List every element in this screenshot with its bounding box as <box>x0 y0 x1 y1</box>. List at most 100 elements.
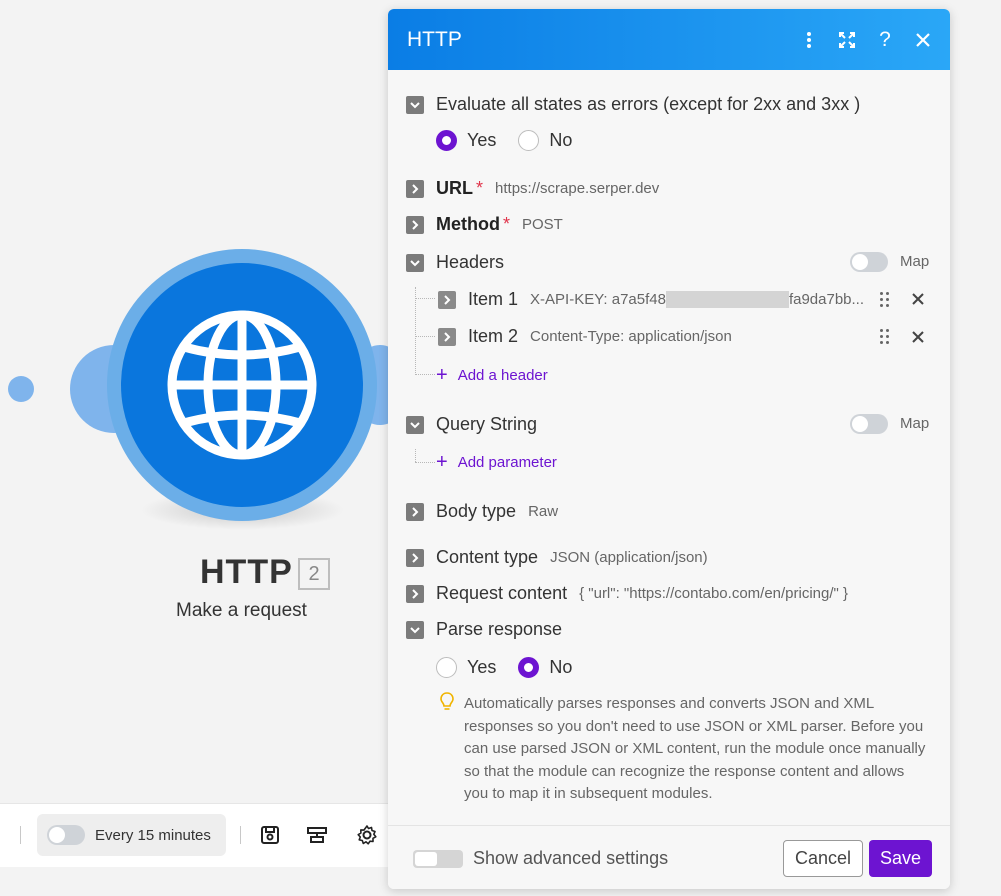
panel-footer: Show advanced settings Cancel Save <box>388 825 950 889</box>
parse-response-no-radio[interactable] <box>518 657 540 678</box>
parse-response-hint: Automatically parses responses and conve… <box>464 695 926 803</box>
toolbar-divider <box>240 826 241 844</box>
headers-map-toggle[interactable] <box>850 252 888 272</box>
content-type-value: JSON (application/json) <box>550 549 708 566</box>
url-value: https://scrape.serper.dev <box>495 180 660 197</box>
request-content-field[interactable]: Request content { "url": "https://contab… <box>406 583 848 604</box>
add-header-label: Add a header <box>457 367 548 384</box>
gear-icon[interactable] <box>356 824 378 846</box>
tree-line <box>415 462 435 463</box>
evaluate-errors-field: Evaluate all states as errors (except fo… <box>406 94 860 115</box>
chevron-right-icon[interactable] <box>406 584 424 603</box>
parse-response-radio-group: Yes No <box>436 657 594 678</box>
chevron-right-icon[interactable] <box>406 215 424 234</box>
header-item[interactable]: Item 1 X-API-KEY: a7a5f48 fa9da7bb... <box>438 289 864 310</box>
headers-map-label: Map <box>900 253 930 270</box>
content-type-label: Content type <box>436 547 539 567</box>
body-type-field[interactable]: Body type Raw <box>406 501 558 522</box>
plus-icon: + <box>436 364 448 386</box>
drag-handle-icon[interactable] <box>880 329 892 345</box>
panel-header: HTTP ? <box>388 9 950 70</box>
panel-title: HTTP <box>407 27 462 51</box>
tree-line <box>415 287 416 375</box>
method-label: Method <box>436 214 500 234</box>
node-title: HTTP <box>200 553 293 591</box>
remove-header-icon[interactable] <box>912 327 924 348</box>
request-content-label: Request content <box>436 583 568 603</box>
headers-label: Headers <box>436 252 505 272</box>
tree-line <box>415 449 416 462</box>
tree-line <box>415 374 435 375</box>
radio-label-yes: Yes <box>467 657 497 677</box>
chevron-down-icon[interactable] <box>406 415 424 434</box>
header-item-value: Content-Type: application/json <box>530 328 732 345</box>
required-marker: * <box>502 214 510 234</box>
parse-response-yes-radio[interactable] <box>436 657 457 678</box>
parse-response-field: Parse response <box>406 619 562 640</box>
lightbulb-icon <box>440 692 454 710</box>
tree-line <box>415 336 435 337</box>
request-content-value: { "url": "https://contabo.com/en/pricing… <box>579 585 849 602</box>
header-item-value-suffix: fa9da7bb... <box>788 290 865 308</box>
radio-label-no: No <box>549 130 573 150</box>
chevron-down-icon[interactable] <box>406 95 424 114</box>
content-type-field[interactable]: Content type JSON (application/json) <box>406 547 708 568</box>
more-vertical-icon[interactable] <box>790 21 828 59</box>
chevron-right-icon[interactable] <box>438 327 456 346</box>
evaluate-errors-no-radio[interactable] <box>518 130 540 151</box>
header-item[interactable]: Item 2 Content-Type: application/json <box>438 326 732 347</box>
query-string-map-toggle[interactable] <box>850 414 888 434</box>
connection-dot[interactable] <box>8 376 34 402</box>
remove-header-icon[interactable] <box>912 289 924 310</box>
evaluate-errors-yes-radio[interactable] <box>436 130 457 151</box>
query-string-label: Query String <box>436 414 538 434</box>
chevron-right-icon[interactable] <box>406 179 424 198</box>
node-subtitle: Make a request <box>176 600 307 621</box>
add-parameter-button[interactable]: + Add parameter <box>436 451 557 474</box>
toolbar-divider <box>20 826 21 844</box>
chevron-right-icon[interactable] <box>438 290 456 309</box>
plus-icon: + <box>436 451 448 473</box>
help-icon[interactable]: ? <box>866 21 904 59</box>
chevron-down-icon[interactable] <box>406 620 424 639</box>
headers-field: Headers <box>406 252 504 273</box>
body-type-value: Raw <box>528 503 559 520</box>
required-marker: * <box>476 178 484 198</box>
tree-line <box>415 298 435 299</box>
header-item-label: Item 1 <box>468 289 519 309</box>
advanced-settings-toggle[interactable] <box>413 850 463 868</box>
url-field[interactable]: URL * https://scrape.serper.dev <box>406 178 659 199</box>
evaluate-errors-radio-group: Yes No <box>436 130 594 151</box>
header-item-label: Item 2 <box>468 326 519 346</box>
body-type-label: Body type <box>436 501 517 521</box>
cancel-button[interactable]: Cancel <box>783 840 863 877</box>
drag-handle-icon[interactable] <box>880 292 892 308</box>
evaluate-errors-label: Evaluate all states as errors (except fo… <box>436 94 861 114</box>
query-string-field: Query String <box>406 414 537 435</box>
http-module-settings-panel: HTTP ? Evaluate all states as errors (ex… <box>388 9 950 889</box>
schedule-toggle[interactable] <box>47 825 85 845</box>
close-icon[interactable] <box>904 21 942 59</box>
save-button[interactable]: Save <box>869 840 932 877</box>
query-string-map-label: Map <box>900 415 930 432</box>
schedule-label: Every 15 minutes <box>95 826 211 844</box>
redacted-block <box>665 291 789 309</box>
chevron-right-icon[interactable] <box>406 502 424 521</box>
advanced-settings-label: Show advanced settings <box>473 848 669 868</box>
save-icon[interactable] <box>259 824 281 846</box>
add-header-button[interactable]: + Add a header <box>436 364 548 387</box>
parse-response-label: Parse response <box>436 619 563 639</box>
schedule-control[interactable]: Every 15 minutes <box>37 814 226 856</box>
radio-label-no: No <box>549 657 573 677</box>
chevron-right-icon[interactable] <box>406 548 424 567</box>
expand-icon[interactable] <box>828 21 866 59</box>
align-icon[interactable] <box>306 824 328 846</box>
header-item-value-prefix: X-API-KEY: a7a5f48 <box>530 290 666 308</box>
http-module-node-inner[interactable] <box>121 263 363 507</box>
header-item-value: X-API-KEY: a7a5f48 fa9da7bb... <box>530 291 864 309</box>
chevron-down-icon[interactable] <box>406 253 424 272</box>
url-label: URL <box>436 178 473 198</box>
globe-icon <box>167 310 317 460</box>
method-value: POST <box>522 216 563 233</box>
method-field[interactable]: Method * POST <box>406 214 563 235</box>
